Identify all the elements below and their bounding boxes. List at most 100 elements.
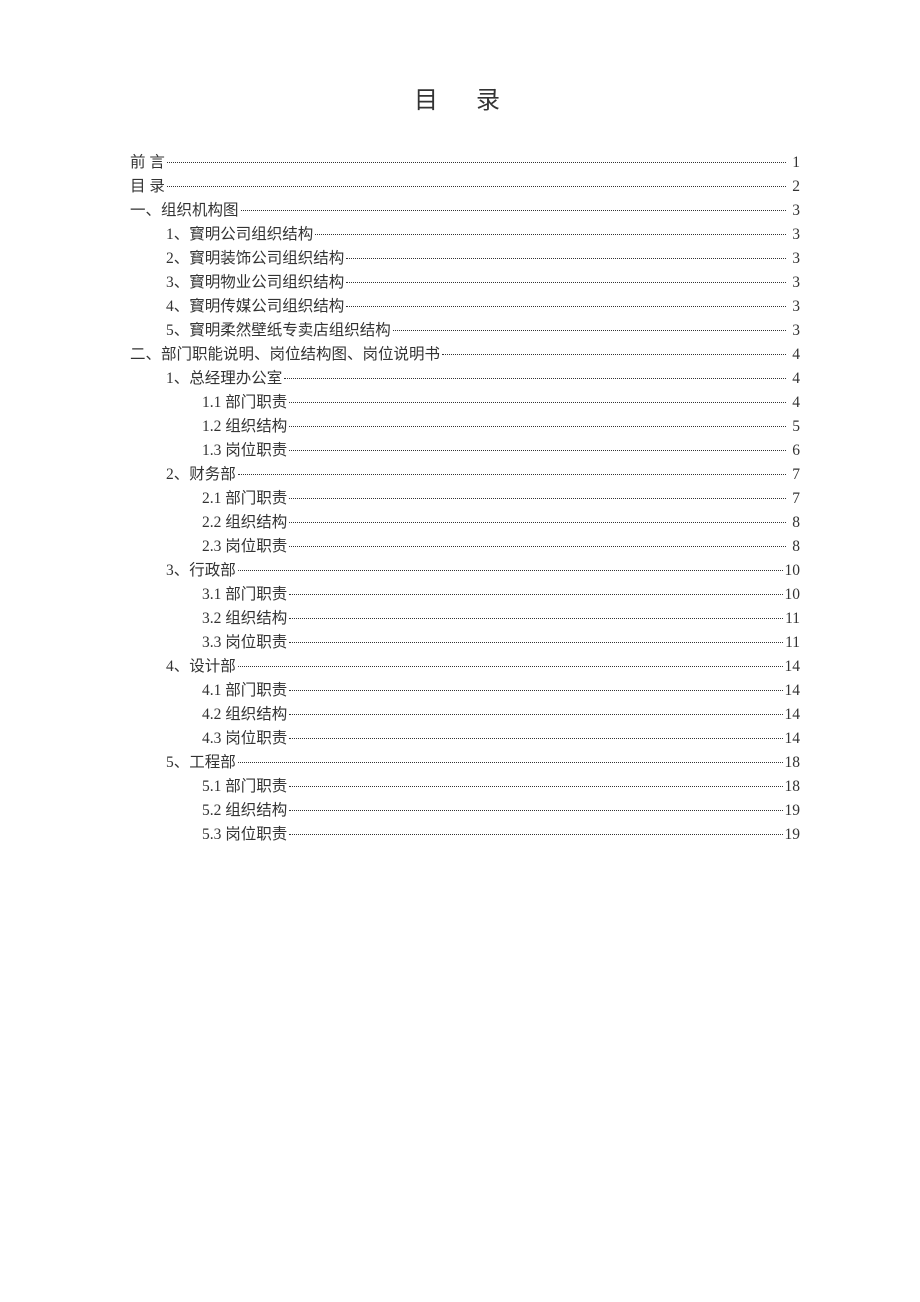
toc-dot-leader <box>289 690 782 691</box>
table-of-contents: 前 言1目 录2一、组织机构图31、寳明公司组织结构32、寳明装饰公司组织结构3… <box>130 151 800 847</box>
toc-entry: 4.1 部门职责 14 <box>202 679 800 703</box>
toc-dot-leader <box>289 786 782 787</box>
toc-entry-label: 3.3 岗位职责 <box>202 631 287 655</box>
toc-entry-page: 2 <box>788 175 800 199</box>
toc-entry-label: 目 录 <box>130 175 165 199</box>
toc-entry: 2.3 岗位职责 8 <box>202 535 800 559</box>
toc-entry: 目 录 2 <box>130 175 800 199</box>
toc-entry: 2、寳明装饰公司组织结构 3 <box>166 247 800 271</box>
toc-entry-label: 1.1 部门职责 <box>202 391 287 415</box>
toc-dot-leader <box>289 426 786 427</box>
toc-entry-label: 4.2 组织结构 <box>202 703 287 727</box>
toc-entry-label: 3、行政部 <box>166 559 236 583</box>
toc-entry-page: 14 <box>785 679 801 703</box>
toc-dot-leader <box>289 402 786 403</box>
toc-entry-label: 5.2 组织结构 <box>202 799 287 823</box>
toc-entry-label: 4、寳明传媒公司组织结构 <box>166 295 344 319</box>
toc-dot-leader <box>238 762 783 763</box>
toc-entry-page: 4 <box>788 391 800 415</box>
toc-entry: 5、寳明柔然壁纸专卖店组织结构3 <box>166 319 800 343</box>
toc-entry-page: 3 <box>788 271 800 295</box>
toc-entry-page: 14 <box>785 727 801 751</box>
toc-entry: 3.3 岗位职责 11 <box>202 631 800 655</box>
toc-entry-label: 2.3 岗位职责 <box>202 535 287 559</box>
toc-entry-page: 3 <box>788 199 800 223</box>
toc-entry-label: 2、寳明装饰公司组织结构 <box>166 247 344 271</box>
toc-entry: 2.2 组织结构 8 <box>202 511 800 535</box>
toc-entry-label: 4、设计部 <box>166 655 236 679</box>
toc-entry-page: 14 <box>785 655 801 679</box>
toc-dot-leader <box>346 258 786 259</box>
toc-dot-leader <box>289 450 786 451</box>
toc-entry-label: 4.1 部门职责 <box>202 679 287 703</box>
toc-entry-label: 5、寳明柔然壁纸专卖店组织结构 <box>166 319 391 343</box>
toc-entry-label: 1.2 组织结构 <box>202 415 287 439</box>
toc-entry-page: 7 <box>788 487 800 511</box>
toc-dot-leader <box>167 186 786 187</box>
toc-dot-leader <box>315 234 786 235</box>
toc-dot-leader <box>289 642 783 643</box>
toc-entry-page: 11 <box>785 607 800 631</box>
toc-entry-page: 10 <box>785 583 801 607</box>
toc-entry-page: 11 <box>785 631 800 655</box>
toc-entry: 5、工程部 18 <box>166 751 800 775</box>
toc-dot-leader <box>442 354 786 355</box>
toc-entry-label: 一、组织机构图 <box>130 199 239 223</box>
page-title: 目 录 <box>130 80 800 115</box>
toc-entry: 1、寳明公司组织结构 3 <box>166 223 800 247</box>
toc-dot-leader <box>289 498 786 499</box>
toc-entry: 5.2 组织结构 19 <box>202 799 800 823</box>
toc-entry: 前 言1 <box>130 151 800 175</box>
toc-dot-leader <box>289 714 782 715</box>
toc-entry: 二、部门职能说明、岗位结构图、岗位说明书4 <box>130 343 800 367</box>
toc-dot-leader <box>346 306 786 307</box>
toc-entry-page: 14 <box>785 703 801 727</box>
toc-entry: 1.3 岗位职责6 <box>202 439 800 463</box>
toc-dot-leader <box>289 738 782 739</box>
toc-entry: 5.1 部门职责 18 <box>202 775 800 799</box>
toc-entry: 3、行政部 10 <box>166 559 800 583</box>
toc-dot-leader <box>167 162 786 163</box>
toc-entry: 3.2 组织结构 11 <box>202 607 800 631</box>
toc-entry-page: 19 <box>785 799 801 823</box>
toc-dot-leader <box>289 594 782 595</box>
toc-dot-leader <box>241 210 786 211</box>
document-page: 目 录 前 言1目 录2一、组织机构图31、寳明公司组织结构32、寳明装饰公司组… <box>0 0 920 1302</box>
toc-dot-leader <box>289 834 782 835</box>
toc-entry-label: 1、寳明公司组织结构 <box>166 223 313 247</box>
toc-entry: 4、设计部 14 <box>166 655 800 679</box>
toc-entry-page: 10 <box>785 559 801 583</box>
toc-entry: 4.3 岗位职责 14 <box>202 727 800 751</box>
toc-entry-page: 8 <box>788 535 800 559</box>
toc-entry-page: 18 <box>785 775 801 799</box>
toc-dot-leader <box>289 522 786 523</box>
toc-entry: 一、组织机构图 3 <box>130 199 800 223</box>
toc-entry-page: 8 <box>788 511 800 535</box>
toc-entry-page: 3 <box>788 247 800 271</box>
toc-entry-label: 2.2 组织结构 <box>202 511 287 535</box>
toc-dot-leader <box>284 378 786 379</box>
toc-entry-page: 3 <box>788 223 800 247</box>
toc-entry-page: 4 <box>788 367 800 391</box>
toc-dot-leader <box>289 618 783 619</box>
toc-entry-page: 5 <box>788 415 800 439</box>
toc-entry-page: 4 <box>788 343 800 367</box>
toc-entry-label: 2.1 部门职责 <box>202 487 287 511</box>
toc-entry-label: 3.2 组织结构 <box>202 607 287 631</box>
toc-entry: 2.1 部门职责 7 <box>202 487 800 511</box>
toc-entry-page: 18 <box>785 751 801 775</box>
toc-dot-leader <box>289 810 782 811</box>
toc-entry-label: 5、工程部 <box>166 751 236 775</box>
toc-entry: 2、财务部7 <box>166 463 800 487</box>
toc-dot-leader <box>238 570 783 571</box>
toc-dot-leader <box>393 330 786 331</box>
toc-entry-label: 4.3 岗位职责 <box>202 727 287 751</box>
toc-entry: 3、寳明物业公司组织结构 3 <box>166 271 800 295</box>
toc-entry-page: 6 <box>788 439 800 463</box>
toc-entry-label: 5.1 部门职责 <box>202 775 287 799</box>
toc-entry-label: 5.3 岗位职责 <box>202 823 287 847</box>
toc-entry-page: 3 <box>788 295 800 319</box>
toc-entry-label: 3、寳明物业公司组织结构 <box>166 271 344 295</box>
toc-dot-leader <box>238 666 783 667</box>
toc-entry: 5.3 岗位职责19 <box>202 823 800 847</box>
